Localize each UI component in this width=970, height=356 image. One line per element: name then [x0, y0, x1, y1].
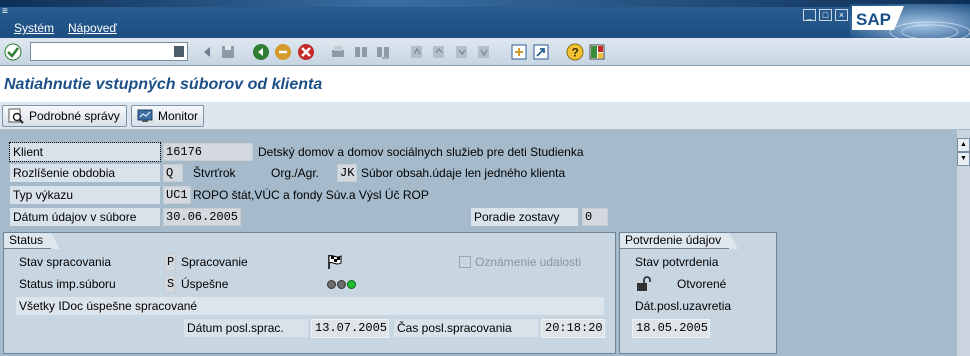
klient-label[interactable]: Klient — [9, 142, 161, 162]
detailed-messages-button[interactable]: Podrobné správy — [2, 105, 127, 127]
typ-label: Typ výkazu — [10, 186, 160, 204]
light-green — [347, 280, 356, 289]
sap-logo: SAP — [850, 4, 970, 38]
layout-menu-icon[interactable] — [588, 43, 606, 61]
exit-icon[interactable] — [274, 43, 292, 61]
stav-spracovania-label: Stav spracovania — [19, 255, 112, 269]
previous-page-icon[interactable] — [430, 43, 448, 61]
light-yellow — [337, 280, 346, 289]
open-lock-icon — [637, 276, 651, 291]
svg-text:SAP: SAP — [856, 10, 891, 29]
enter-check-icon[interactable] — [4, 43, 22, 61]
scroll-down-icon[interactable]: ▼ — [957, 152, 970, 166]
status-imp-text: Úspešne — [181, 277, 229, 291]
monitor-button[interactable]: Monitor — [131, 105, 204, 127]
window-controls: _ □ × — [803, 9, 848, 21]
title-area: Natiahnutie vstupných súborov od klienta — [0, 66, 970, 102]
rozlisenie-text: Štvrťrok — [193, 166, 236, 180]
monitor-icon — [137, 109, 153, 122]
title-strip — [0, 0, 970, 7]
stav-potvrdenia-label: Stav potvrdenia — [635, 255, 719, 269]
klient-name: Detský domov a domov sociálnych služieb … — [258, 145, 584, 159]
standard-toolbar: ? — [0, 38, 970, 66]
stav-spracovania-text: Spracovanie — [181, 255, 248, 269]
rozlisenie-field[interactable]: Q — [163, 164, 183, 182]
find-next-icon[interactable] — [374, 43, 392, 61]
dat-uzavretia-label: Dát.posl.uzavretia — [635, 299, 732, 313]
command-field[interactable] — [30, 42, 188, 61]
minimize-icon[interactable]: _ — [803, 9, 816, 21]
print-icon[interactable] — [329, 43, 347, 61]
datum-field[interactable]: 30.06.2005 — [163, 208, 241, 226]
datum-label: Dátum údajov v súbore — [10, 208, 160, 226]
status-imp-field: S — [164, 275, 176, 293]
main-screen: Klient 16176 Detský domov a domov sociál… — [0, 130, 955, 356]
poradie-field[interactable]: 0 — [582, 208, 608, 226]
application-toolbar: Podrobné správy Monitor — [0, 102, 970, 130]
close-icon[interactable]: × — [835, 9, 848, 21]
menu-bar: Systém Nápoveď — [14, 21, 117, 35]
poradie-label: Poradie zostavy — [471, 208, 578, 226]
dat-uzavretia-field: 18.05.2005 — [632, 319, 710, 338]
status-imp-label: Status imp.súboru — [19, 277, 116, 291]
svg-text:?: ? — [572, 46, 579, 60]
light-red — [327, 280, 336, 289]
create-session-icon[interactable] — [510, 43, 528, 61]
scroll-up-icon[interactable]: ▲ — [957, 138, 970, 152]
datum-posl-label: Dátum posl.sprac. — [184, 319, 308, 337]
back-icon[interactable] — [252, 43, 270, 61]
system-menu-icon[interactable]: ≡ — [2, 7, 12, 17]
detailed-messages-label: Podrobné správy — [29, 109, 120, 123]
stav-spracovania-field: P — [164, 253, 176, 271]
potvrdenie-group: Potvrdenie údajov Stav potvrdenia Otvore… — [619, 232, 777, 354]
status-group-title: Status — [3, 232, 61, 249]
page-title: Natiahnutie vstupných súborov od klienta — [4, 76, 323, 93]
next-page-icon[interactable] — [453, 43, 471, 61]
monitor-label: Monitor — [157, 109, 198, 123]
shortcut-icon[interactable] — [532, 43, 550, 61]
org-label: Org./Agr. — [271, 166, 320, 180]
status-message: Všetky IDoc úspešne spracované — [16, 297, 604, 315]
menu-system[interactable]: Systém — [14, 21, 54, 35]
org-text: Súbor obsah.údaje len jedného klienta — [361, 166, 566, 180]
cancel-icon[interactable] — [297, 43, 315, 61]
status-group: Status Stav spracovania P Spracovanie Oz… — [3, 232, 616, 354]
command-history-icon[interactable] — [174, 46, 184, 57]
oznamenie-label: Oznámenie udalosti — [475, 255, 582, 269]
oznamenie-checkbox — [459, 256, 471, 268]
org-field[interactable]: JK — [337, 164, 357, 182]
typ-text: ROPO štát,VÚC a fondy Súv.a Výsl Úč ROP — [193, 188, 429, 202]
window-titlebar: ≡ Systém Nápoveď _ □ × SAP — [0, 0, 970, 38]
vertical-scrollbar[interactable]: ▲ ▼ — [957, 130, 970, 356]
cas-posl-field: 20:18:20 — [541, 319, 605, 338]
datum-posl-field: 13.07.2005 — [311, 319, 389, 338]
klient-field[interactable]: 16176 — [163, 143, 253, 161]
magnifier-document-icon — [8, 108, 24, 124]
menu-help[interactable]: Nápoveď — [68, 21, 117, 35]
rozlisenie-label: Rozlíšenie obdobia — [10, 164, 160, 182]
back-arrow-small-icon[interactable] — [199, 43, 217, 61]
find-icon[interactable] — [352, 43, 370, 61]
typ-field[interactable]: UC1 — [163, 186, 191, 204]
first-page-icon[interactable] — [408, 43, 426, 61]
maximize-icon[interactable]: □ — [819, 9, 832, 21]
checkered-flag-icon — [328, 255, 342, 269]
potvrdenie-group-title: Potvrdenie údajov — [619, 232, 739, 249]
stav-potvrdenia-text: Otvorené — [677, 277, 727, 291]
traffic-light-icon — [327, 280, 356, 289]
save-icon[interactable] — [219, 43, 237, 61]
last-page-icon[interactable] — [475, 43, 493, 61]
cas-posl-label: Čas posl.spracovania — [394, 319, 538, 337]
help-icon[interactable]: ? — [566, 43, 584, 61]
